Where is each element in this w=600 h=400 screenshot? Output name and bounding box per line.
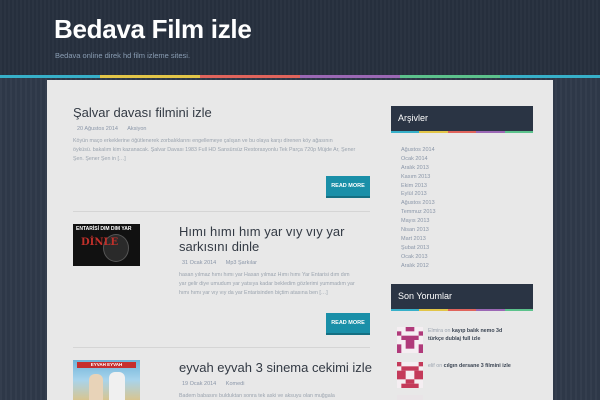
comment-post-link[interactable]: cılgın dersane 3 filmini izle [444,363,511,369]
comments-heading: Son Yorumlar [391,284,533,309]
excerpt-line: Köyün maço erkeklerine öğütlenerek zorba… [73,138,333,144]
comment-on: on [436,363,443,369]
excerpt-line: hasan yılmaz hımı hımı yar Hasan yılmaz … [179,272,350,278]
post-title-line[interactable]: Hımı hımı hım yar vıy vıy yar [179,224,379,239]
archive-link[interactable]: Nisan 2013 [401,226,531,235]
archive-link[interactable]: Ocak 2014 [401,155,531,164]
post-date[interactable]: 19 Ocak 2014 [182,381,216,387]
avatar [397,362,423,388]
post-thumbnail[interactable]: ENTARİSİ DIM DIM YAR DİNLE [73,224,140,266]
site-header: Bedava Film izle Bedava online direk hd … [0,0,600,78]
comment-author[interactable]: elif [428,363,435,369]
post-category[interactable]: Aksiyon [127,126,146,132]
post-title[interactable]: Şalvar davası filmini izle [73,105,373,120]
post-meta: 19 Ocak 2014 Komedi [179,381,379,387]
read-more-button[interactable]: READ MORE [326,176,370,198]
excerpt-line: hımı hımı yar vıy vıy da yar Entarisinde… [179,290,328,296]
comment-text: elif on cılgın dersane 3 filmini izle [428,362,540,370]
post-item: Şalvar davası filmini izle 20 Ağustos 20… [73,105,373,164]
archive-link[interactable]: Ekim 2013 [401,182,531,191]
avatar [397,395,423,400]
post-title-line[interactable]: sarkısını dinle [179,239,379,254]
comment-author[interactable]: Elmira [428,328,443,334]
archive-list: Ağustos 2014 Ocak 2014 Aralık 2013 Kasım… [401,146,531,270]
figure-shape [109,372,125,400]
archive-link[interactable]: Temmuz 2013 [401,208,531,217]
post-category[interactable]: Mp3 Şarkılar [226,260,257,266]
post-date[interactable]: 31 Ocak 2014 [182,260,216,266]
site-description: Bedava online direk hd film izleme sites… [55,51,191,60]
archive-link[interactable]: Aralık 2012 [401,262,531,271]
archive-link[interactable]: Mart 2013 [401,235,531,244]
comment-post-link[interactable]: kayıp balık nemo 3d [452,328,502,334]
archive-link[interactable]: Ağustos 2014 [401,146,531,155]
post-excerpt: Köyün maço erkeklerine öğütlenerek zorba… [73,137,373,164]
figure-shape [89,374,103,400]
post-title[interactable]: Hımı hımı hım yar vıy vıy yar sarkısını … [179,224,379,254]
comment-text: Elmira on kayıp balık nemo 3d türkçe dub… [428,327,540,343]
post-thumbnail[interactable]: EYVAH EYVAH [73,360,140,400]
read-more-button[interactable]: READ MORE [326,313,370,335]
post-category[interactable]: Komedi [226,381,245,387]
excerpt-line: öyküsü. bakalım kim kazanacak. Şalvar Da… [73,147,356,153]
thumbnail-title: EYVAH EYVAH [77,362,136,368]
archive-link[interactable]: Ağustos 2013 [401,199,531,208]
archive-link[interactable]: Ocak 2013 [401,253,531,262]
site-title[interactable]: Bedava Film izle [54,14,252,45]
avatar [397,327,423,353]
excerpt-line: Şen. Şener Şen in […] [73,156,126,162]
archives-heading: Arşivler [391,106,533,131]
post-excerpt: hasan yılmaz hımı hımı yar Hasan yılmaz … [179,271,379,298]
comment-post-link[interactable]: türkçe dublaj full izle [428,336,480,342]
archive-link[interactable]: Kasım 2013 [401,173,531,182]
comment-on: on [444,328,451,334]
post-title[interactable]: eyvah eyvah 3 sinema cekimi izle [179,360,379,375]
archive-link[interactable]: Aralık 2013 [401,164,531,173]
post-divider [73,211,370,212]
post-item: eyvah eyvah 3 sinema cekimi izle 19 Ocak… [179,360,379,400]
post-excerpt: Badem babasını bulduktan sonra tek aski … [179,392,379,400]
excerpt-line: Badem babasını bulduktan sonra tek aski … [179,393,335,399]
widget-color-stripe [391,309,534,311]
widget-color-stripe [391,131,534,133]
thumbnail-caption: ENTARİSİ DIM DIM YAR [76,226,132,232]
post-item: Hımı hımı hım yar vıy vıy yar sarkısını … [179,224,379,298]
post-meta: 20 Ağustos 2014 Aksiyon [73,126,373,132]
archive-link[interactable]: Eylül 2013 [401,190,531,199]
archive-link[interactable]: Şubat 2013 [401,244,531,253]
archive-link[interactable]: Mayıs 2013 [401,217,531,226]
thumbnail-title: DİNLE [81,237,119,248]
post-meta: 31 Ocak 2014 Mp3 Şarkılar [179,260,379,266]
excerpt-line: yar gelir diye umudum yar yatsıya kadar … [179,281,355,287]
post-date[interactable]: 20 Ağustos 2014 [77,126,118,132]
post-divider [73,347,370,348]
